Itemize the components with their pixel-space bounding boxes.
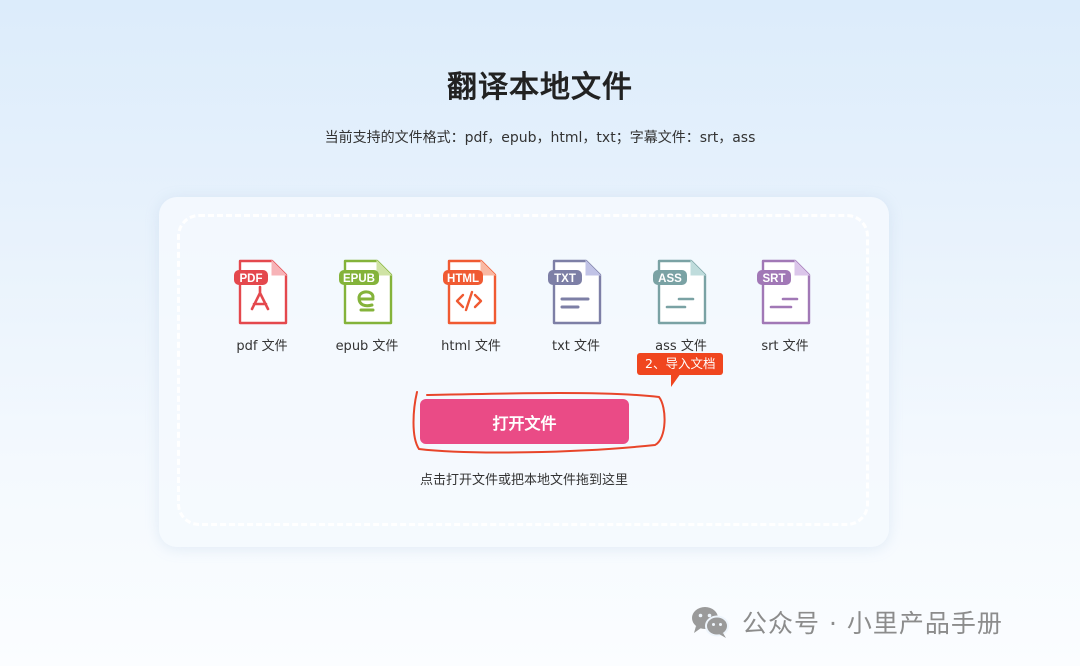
wechat-icon: [692, 607, 729, 638]
srt-file-icon: SRT: [740, 257, 830, 327]
format-epub: EPUB epub 文件: [322, 257, 412, 354]
page-title: 翻译本地文件: [447, 70, 633, 105]
srt-file-icon-graphic: SRT: [757, 259, 811, 325]
format-html: HTML html 文件: [426, 257, 516, 354]
svg-text:TXT: TXT: [554, 273, 576, 285]
format-pdf: PDF pdf 文件: [217, 257, 307, 354]
upload-card: PDF pdf 文件 EPUB epub 文件 HTML html 文件 TXT…: [159, 197, 889, 547]
html-file-icon: HTML: [426, 257, 516, 327]
svg-text:ASS: ASS: [658, 273, 682, 285]
watermark: 公众号 · 小里产品手册: [690, 604, 1003, 640]
html-file-icon-graphic: HTML: [443, 259, 497, 325]
supported-formats: PDF pdf 文件 EPUB epub 文件 HTML html 文件 TXT…: [159, 257, 889, 367]
svg-text:PDF: PDF: [240, 273, 263, 285]
pdf-file-icon: PDF: [217, 257, 307, 327]
svg-text:EPUB: EPUB: [343, 273, 375, 285]
pdf-file-icon-graphic: PDF: [234, 259, 288, 325]
format-label: epub 文件: [335, 339, 399, 354]
format-srt: SRT srt 文件: [740, 257, 830, 354]
format-label: txt 文件: [551, 339, 601, 354]
format-label: html 文件: [441, 339, 501, 354]
open-file-button[interactable]: 打开文件: [420, 399, 629, 444]
drop-hint-text: 点击打开文件或把本地文件拖到这里: [419, 473, 628, 488]
epub-file-icon: EPUB: [322, 257, 412, 327]
format-label: pdf 文件: [236, 339, 288, 354]
format-label: ass 文件: [655, 339, 707, 354]
page-subtitle: 当前支持的文件格式：pdf，epub，html，txt；字幕文件：srt，ass: [324, 130, 756, 146]
drop-hint: 点击打开文件或把本地文件拖到这里: [159, 469, 889, 488]
step-tooltip-pointer: [671, 373, 681, 387]
svg-text:HTML: HTML: [447, 273, 479, 285]
format-ass: ASS ass 文件: [636, 257, 726, 354]
format-txt: TXT txt 文件: [531, 257, 621, 354]
format-label: srt 文件: [761, 339, 809, 354]
ass-file-icon-graphic: ASS: [653, 259, 707, 325]
step-tooltip: 2、导入文档: [637, 353, 724, 375]
txt-file-icon-graphic: TXT: [548, 259, 602, 325]
svg-text:SRT: SRT: [763, 273, 786, 285]
ass-file-icon: ASS: [636, 257, 726, 327]
txt-file-icon: TXT: [531, 257, 621, 327]
epub-file-icon-graphic: EPUB: [339, 259, 393, 325]
watermark-text: 公众号 · 小里产品手册: [742, 609, 1003, 638]
